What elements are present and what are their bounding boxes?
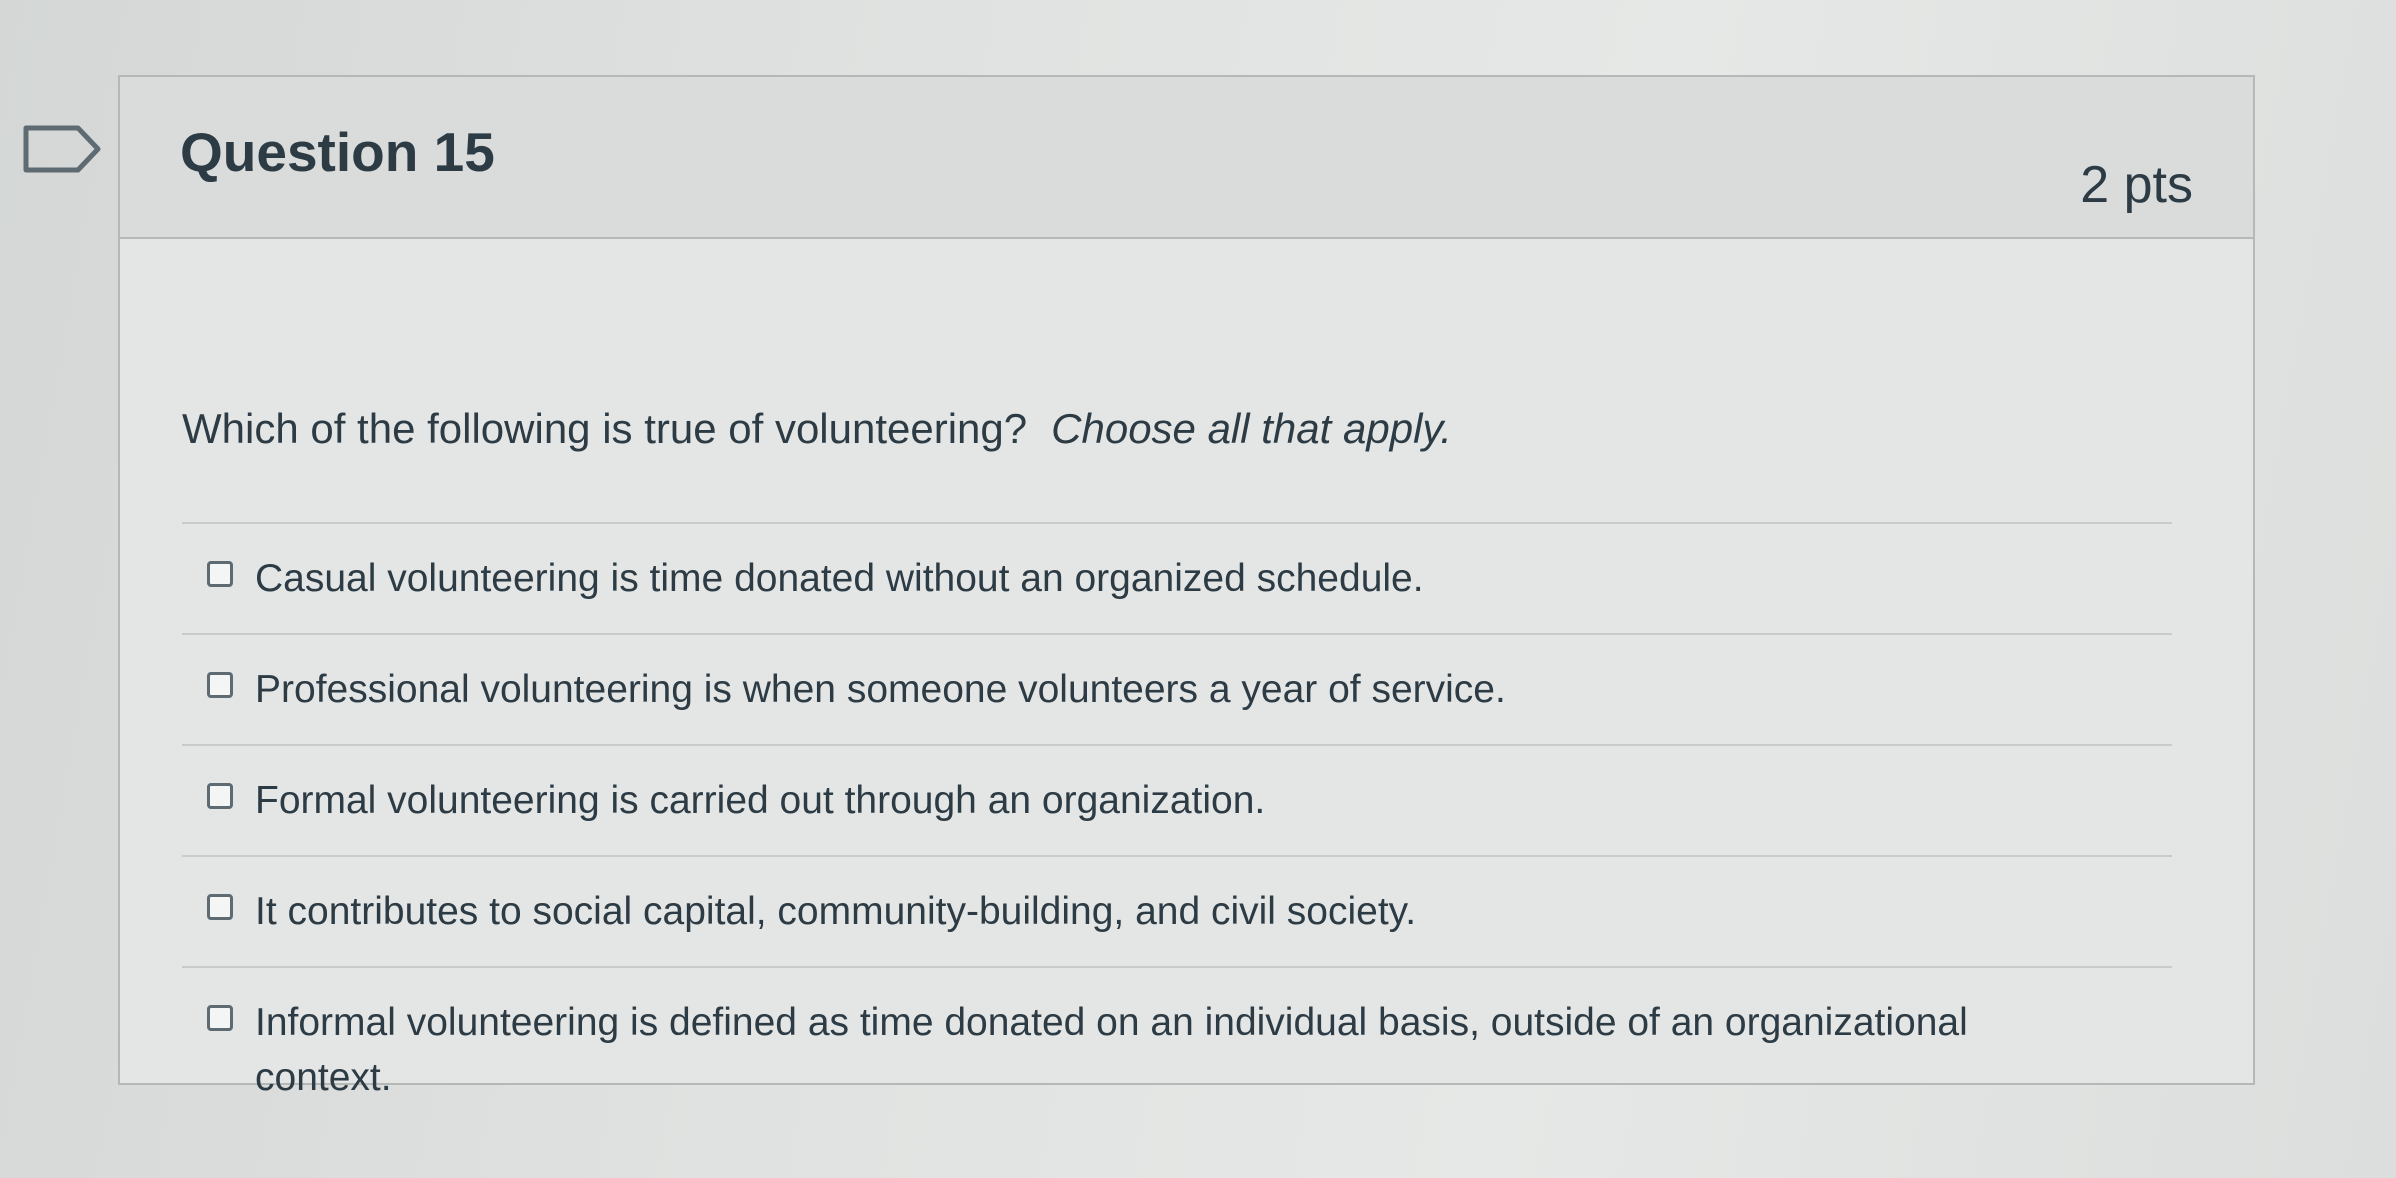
answer-checkbox[interactable] xyxy=(207,1005,233,1031)
question-card: Question 15 2 pts Which of the following… xyxy=(118,75,2255,1099)
answer-label[interactable]: It contributes to social capital, commun… xyxy=(255,884,1416,939)
answer-label[interactable]: Casual volunteering is time donated with… xyxy=(255,551,1424,606)
answer-label[interactable]: Informal volunteering is defined as time… xyxy=(255,995,2095,1105)
answer-list: Casual volunteering is time donated with… xyxy=(182,522,2172,1145)
answer-label[interactable]: Formal volunteering is carried out throu… xyxy=(255,773,1265,828)
answer-option[interactable]: Professional volunteering is when someon… xyxy=(182,633,2172,744)
question-prompt: Which of the following is true of volunt… xyxy=(182,405,1452,453)
question-title: Question 15 xyxy=(180,121,495,183)
question-prompt-text: Which of the following is true of volunt… xyxy=(182,405,1028,452)
answer-checkbox[interactable] xyxy=(207,894,233,920)
answer-label[interactable]: Professional volunteering is when someon… xyxy=(255,662,1506,717)
answer-checkbox[interactable] xyxy=(207,672,233,698)
answer-option[interactable]: Formal volunteering is carried out throu… xyxy=(182,744,2172,855)
question-body: Which of the following is true of volunt… xyxy=(120,237,2253,1099)
answer-option[interactable]: Informal volunteering is defined as time… xyxy=(182,966,2172,1145)
question-points: 2 pts xyxy=(2080,156,2193,214)
answer-option[interactable]: Casual volunteering is time donated with… xyxy=(182,522,2172,633)
question-header: Question 15 2 pts xyxy=(120,77,2253,239)
answer-checkbox[interactable] xyxy=(207,561,233,587)
question-instruction: Choose all that apply. xyxy=(1051,405,1452,452)
answer-option[interactable]: It contributes to social capital, commun… xyxy=(182,855,2172,966)
flag-question-icon[interactable] xyxy=(22,124,104,174)
answer-checkbox[interactable] xyxy=(207,783,233,809)
